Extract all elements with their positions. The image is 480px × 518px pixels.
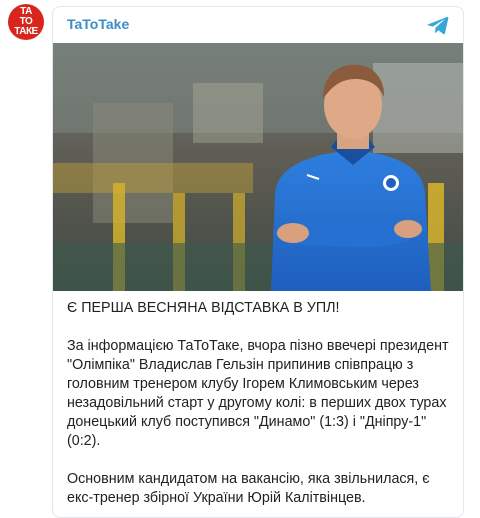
post-headline: Є ПЕРША ВЕСНЯНА ВІДСТАВКА В УПЛ!: [67, 300, 340, 316]
post-paragraph-1: За інформацією ТаТоТаке, вчора пізно вве…: [67, 338, 449, 449]
channel-avatar[interactable]: ТА ТО ТАКЕ: [8, 4, 44, 40]
post-header: TaToTake: [53, 7, 463, 41]
post-card: TaToTake Є ПЕРША ВЕСНЯНА ВІДСТАВКА В УПЛ…: [52, 6, 464, 518]
telegram-icon[interactable]: [427, 15, 449, 35]
coach-photo[interactable]: [53, 43, 463, 291]
channel-name-link[interactable]: TaToTake: [67, 16, 129, 32]
post-text: Є ПЕРША ВЕСНЯНА ВІДСТАВКА В УПЛ! За інфо…: [67, 299, 453, 517]
post-paragraph-2: Основним кандидатом на вакансію, яка зві…: [67, 471, 430, 506]
avatar-logo-text: ТА ТО ТАКЕ: [14, 6, 38, 37]
